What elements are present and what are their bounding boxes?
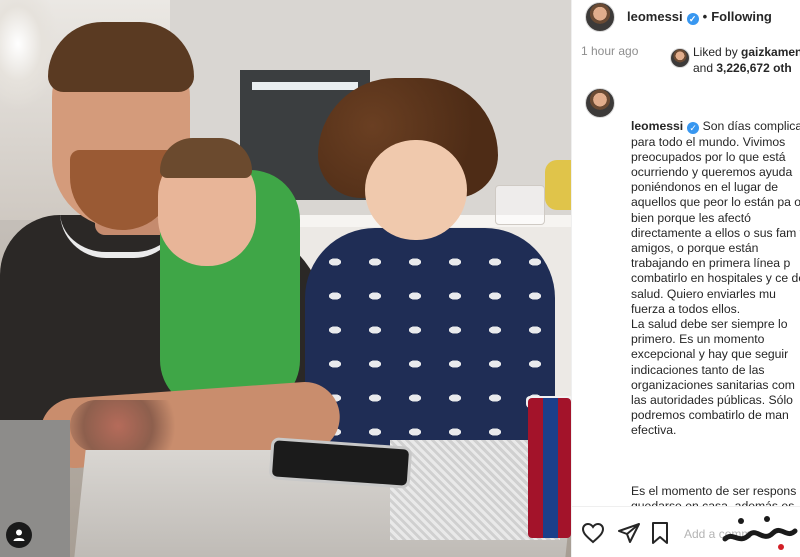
author-avatar[interactable] (585, 2, 615, 32)
separator-dot: • (702, 9, 708, 24)
photo-man-hair (48, 22, 194, 92)
user-tag-icon[interactable] (6, 522, 32, 548)
liked-by-user[interactable]: gaizkamen (741, 45, 800, 59)
likes-summary: Liked by gaizkamen and 3,226,672 oth (693, 44, 800, 76)
photo-tattoo (70, 400, 190, 452)
photo-shelf-light (252, 82, 358, 90)
caption-username[interactable]: leomessi (631, 119, 683, 133)
verified-badge-icon: ✓ (686, 13, 699, 25)
photo-toddler-face (365, 140, 467, 240)
following-button[interactable]: Following (711, 9, 772, 24)
photo-glass-jar (495, 185, 545, 225)
caption-avatar[interactable] (585, 88, 615, 118)
likes-count[interactable]: 3,226,672 oth (716, 61, 791, 75)
caption-paragraph-1: leomessi ✓ Son días complica para todo el… (631, 119, 800, 438)
author-username[interactable]: leomessi (627, 9, 683, 24)
bookmark-icon[interactable] (648, 521, 672, 545)
photo-elephant-pattern (315, 245, 545, 445)
liked-by-prefix: Liked by (693, 45, 742, 59)
photo-fruit (545, 160, 571, 210)
post-header: leomessi ✓ • Following (627, 9, 772, 25)
caption-text-1: Son días complica para todo el mundo. Vi… (631, 119, 800, 438)
post-side-panel: leomessi ✓ • Following 1 hour ago Liked by … (571, 0, 800, 557)
share-icon[interactable] (617, 521, 641, 545)
photo-fcb-cup (528, 398, 571, 538)
liker-avatar[interactable] (670, 48, 690, 68)
liked-by-and: and (693, 61, 717, 75)
post-caption: leomessi ✓ Son días complica para todo el… (631, 89, 800, 557)
site-watermark-logo (722, 516, 798, 550)
post-timestamp[interactable]: 1 hour ago (581, 44, 638, 58)
verified-badge-icon: ✓ (687, 122, 700, 135)
photo-child-hair (160, 138, 252, 178)
heart-icon[interactable] (581, 521, 605, 545)
post-photo[interactable] (0, 0, 571, 557)
